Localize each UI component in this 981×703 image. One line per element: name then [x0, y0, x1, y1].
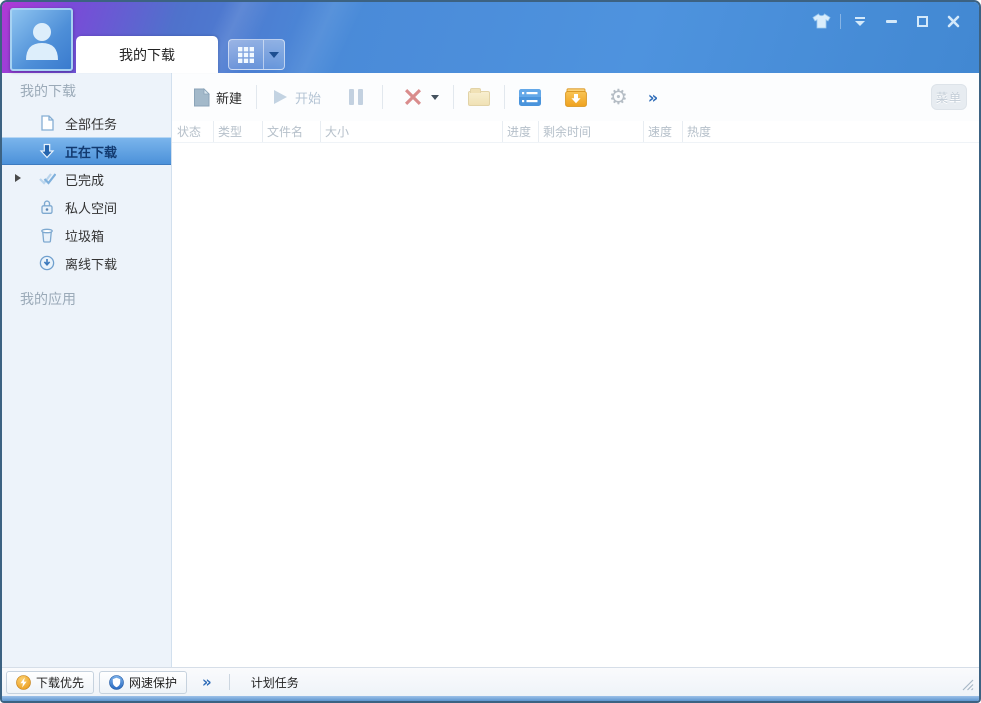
menu-button[interactable]: 菜单: [931, 84, 967, 110]
speed-protection-button[interactable]: 网速保护: [99, 670, 188, 694]
body-area: 我的下载 全部任务 正在下载 已完成 私人空间 垃圾箱 离线下载 我的应用 新建…: [2, 73, 979, 667]
sidebar-item-label: 垃圾箱: [65, 229, 105, 245]
column-header-popularity[interactable]: 热度: [682, 121, 979, 142]
folder-icon: [468, 88, 491, 106]
sidebar: 我的下载 全部任务 正在下载 已完成 私人空间 垃圾箱 离线下载 我的应用: [2, 73, 172, 667]
tab-label: 我的下载: [119, 47, 175, 64]
sidebar-section-my-downloads: 我的下载: [20, 84, 76, 100]
sidebar-item-offline-download[interactable]: 离线下载: [2, 249, 171, 277]
window-bottom-edge: [2, 696, 979, 701]
delete-button[interactable]: [396, 82, 446, 112]
person-icon: [25, 22, 58, 60]
sidebar-item-label: 私人空间: [65, 201, 118, 217]
resize-grip[interactable]: [961, 678, 974, 694]
sidebar-item-label: 正在下载: [65, 145, 118, 161]
avatar[interactable]: [10, 8, 73, 71]
scheduled-tasks-button[interactable]: 计划任务: [241, 674, 309, 691]
sidebar-item-label: 全部任务: [65, 117, 118, 133]
close-icon: [947, 15, 959, 27]
tab-dropdown-button[interactable]: [264, 51, 284, 58]
app-window: 我的下载 我的下载 全部任务 正在下载 已完成 私人空间 垃圾箱 离线下载 我的…: [0, 0, 981, 703]
toolbar-separator: [256, 85, 258, 109]
move-to-box-button[interactable]: [558, 83, 594, 112]
sidebar-item-label: 已完成: [65, 173, 105, 189]
toolbar-separator: [504, 85, 506, 109]
start-button[interactable]: 开始: [264, 83, 328, 112]
play-icon: [274, 90, 288, 104]
toolbar: 新建 开始 ⚙ » 菜单: [172, 73, 979, 121]
download-box-icon: [565, 87, 587, 107]
double-check-icon: [38, 172, 56, 186]
column-header-speed[interactable]: 速度: [643, 121, 682, 142]
delete-options-caret-icon[interactable]: [431, 94, 440, 100]
column-header-status[interactable]: 状态: [172, 121, 213, 142]
column-header-progress[interactable]: 进度: [502, 121, 538, 142]
minimize-icon: [885, 19, 897, 23]
offline-download-icon: [38, 255, 56, 271]
double-chevron-right-icon: »: [647, 87, 659, 107]
statusbar-more-button[interactable]: »: [202, 673, 212, 691]
column-header-filename[interactable]: 文件名: [262, 121, 320, 142]
download-priority-label: 下载优先: [36, 675, 85, 690]
task-list-empty: [172, 143, 979, 667]
sidebar-item-completed[interactable]: 已完成: [2, 165, 171, 193]
apps-grid-button[interactable]: [228, 39, 285, 70]
toolbar-separator: [382, 85, 384, 109]
sidebar-section-my-apps: 我的应用: [20, 292, 76, 308]
sidebar-item-trash[interactable]: 垃圾箱: [2, 221, 171, 249]
tab-my-downloads[interactable]: 我的下载: [76, 36, 218, 73]
lock-icon: [38, 199, 56, 215]
column-header-type[interactable]: 类型: [213, 121, 262, 142]
statusbar: 下载优先 网速保护 » 计划任务: [2, 667, 979, 696]
titlebar: 我的下载: [2, 2, 979, 73]
settings-button[interactable]: ⚙: [602, 82, 635, 113]
delete-x-icon: [405, 89, 422, 105]
skin-tshirt-icon: [811, 13, 831, 29]
gear-icon: ⚙: [609, 84, 628, 109]
toolbar-more-button[interactable]: »: [641, 83, 665, 112]
sidebar-item-private-space[interactable]: 私人空间: [2, 193, 171, 221]
new-document-icon: [194, 87, 210, 106]
sidebar-item-label: 离线下载: [65, 257, 118, 273]
expand-arrow-icon[interactable]: [15, 174, 21, 182]
main-menu-icon: [855, 16, 865, 26]
minimize-button[interactable]: [879, 11, 903, 31]
sidebar-item-downloading[interactable]: 正在下载: [2, 137, 171, 165]
new-task-label: 新建: [216, 91, 243, 107]
menu-button-label: 菜单: [935, 90, 962, 105]
toolbar-separator: [453, 85, 455, 109]
sidebar-items: 全部任务 正在下载 已完成 私人空间 垃圾箱 离线下载: [2, 109, 171, 277]
maximize-icon: [916, 15, 928, 27]
maximize-button[interactable]: [910, 11, 934, 31]
pause-button[interactable]: [342, 84, 370, 110]
shield-circle-icon: [109, 674, 124, 690]
document-icon: [38, 115, 56, 131]
view-mode-button[interactable]: [512, 84, 548, 111]
trash-icon: [38, 227, 56, 243]
main-content: 新建 开始 ⚙ » 菜单 状态 类型 文件名 大小 进度 剩余时间 速度 热度: [172, 73, 979, 667]
speed-protection-label: 网速保护: [129, 675, 178, 690]
resize-grip-icon: [962, 679, 974, 691]
close-button[interactable]: [941, 11, 965, 31]
statusbar-separator: [228, 674, 230, 690]
window-controls: [809, 11, 965, 31]
grid-icon: [229, 46, 263, 64]
download-arrow-icon: [38, 143, 56, 159]
pause-icon: [349, 89, 364, 105]
column-header-size[interactable]: 大小: [320, 121, 502, 142]
skin-button[interactable]: [809, 11, 833, 31]
download-priority-button[interactable]: 下载优先: [6, 670, 95, 694]
column-header-remaining-time[interactable]: 剩余时间: [538, 121, 643, 142]
task-table-header: 状态 类型 文件名 大小 进度 剩余时间 速度 热度: [172, 121, 979, 143]
new-task-button[interactable]: 新建: [186, 83, 249, 112]
controls-separator: [840, 13, 841, 29]
open-folder-button[interactable]: [461, 83, 497, 111]
chevron-down-icon: [269, 51, 279, 58]
main-menu-button[interactable]: [848, 11, 872, 31]
lightning-circle-icon: [16, 674, 31, 690]
start-label: 开始: [295, 91, 322, 107]
sidebar-item-all-tasks[interactable]: 全部任务: [2, 109, 171, 137]
list-view-icon: [519, 88, 542, 106]
